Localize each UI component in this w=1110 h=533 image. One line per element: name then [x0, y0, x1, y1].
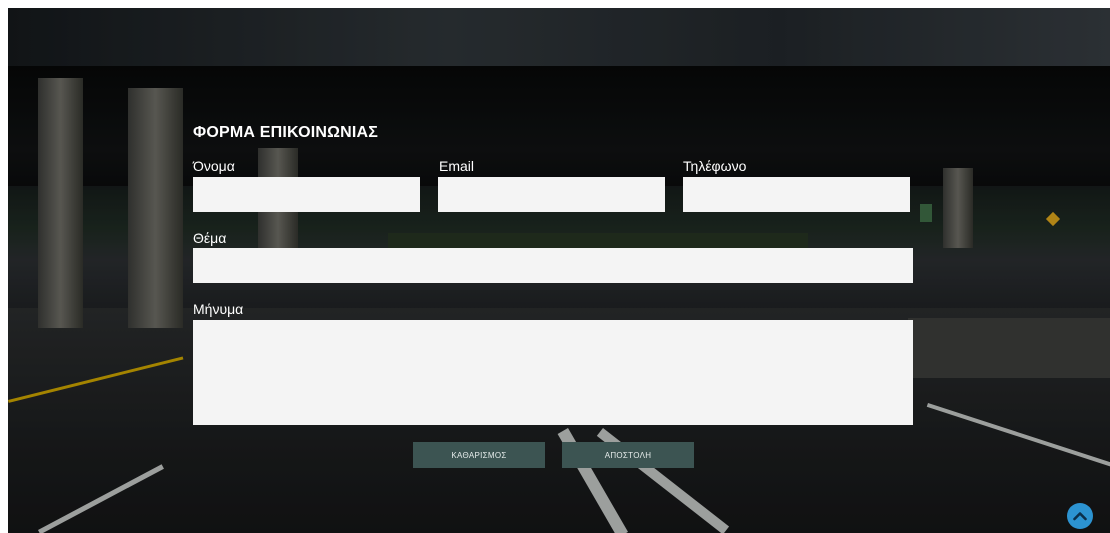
chevron-up-icon	[1073, 512, 1087, 521]
scroll-to-top-button[interactable]	[1067, 503, 1093, 529]
submit-button[interactable]: ΑΠΟΣΤΟΛΗ	[562, 442, 694, 468]
message-label: Μήνυμα	[193, 301, 244, 317]
name-field[interactable]	[193, 177, 420, 212]
email-label: Email	[439, 158, 475, 174]
message-field[interactable]	[193, 320, 913, 425]
email-field[interactable]	[438, 177, 665, 212]
subject-field[interactable]	[193, 248, 913, 283]
clear-button[interactable]: ΚΑΘΑΡΙΣΜΟΣ	[413, 442, 545, 468]
subject-label: Θέμα	[193, 230, 227, 246]
phone-field[interactable]	[683, 177, 910, 212]
name-label: Όνομα	[193, 158, 235, 174]
phone-label: Τηλέφωνο	[683, 158, 747, 174]
form-title: ΦΟΡΜΑ ΕΠΙΚΟΙΝΩΝΙΑΣ	[193, 124, 379, 141]
